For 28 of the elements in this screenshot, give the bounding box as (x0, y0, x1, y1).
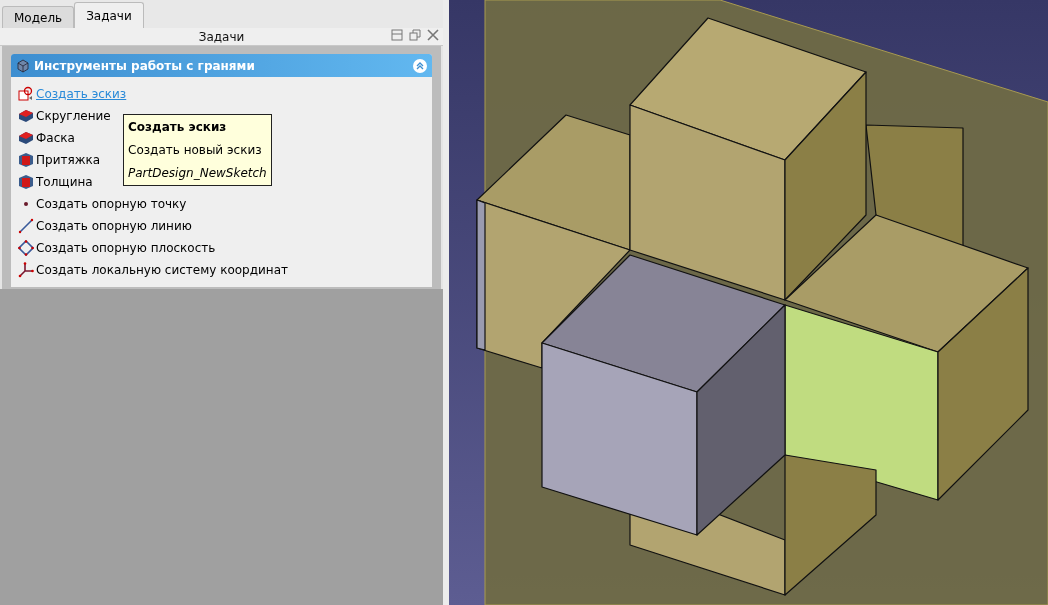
axes-icon (18, 262, 34, 278)
tab[interactable]: Модель (2, 6, 75, 28)
float-icon[interactable] (409, 29, 421, 41)
task-item[interactable]: Толщина (36, 173, 93, 191)
tooltip-command: PartDesign_NewSketch (128, 165, 267, 182)
task-item[interactable]: Создать локальную систему координат (36, 261, 289, 279)
plane-icon (18, 240, 34, 256)
task-item[interactable]: Фаска (36, 129, 75, 147)
tooltip-title: Создать эскиз (128, 119, 228, 136)
collapse-button[interactable] (413, 58, 427, 73)
task-item[interactable]: Притяжка (36, 151, 101, 169)
task-item[interactable]: Создать опорную линию (36, 217, 192, 235)
panel-title: Задачи (198, 28, 245, 46)
solid-icon (18, 130, 34, 146)
task-item[interactable]: Создать опорную плоскость (36, 239, 216, 257)
cube-icon (16, 58, 30, 73)
close-icon[interactable] (427, 29, 439, 41)
box-icon (18, 174, 34, 190)
task-item[interactable]: Создать опорную точку (36, 195, 187, 213)
dock-icon[interactable] (391, 29, 403, 41)
task-item[interactable]: Скругление (36, 107, 111, 125)
line-icon (18, 218, 34, 234)
sketch-icon (18, 86, 34, 102)
solid-icon (18, 108, 34, 124)
tab[interactable]: Задачи (74, 2, 144, 28)
tooltip-description: Создать новый эскиз (128, 142, 263, 159)
box-icon (18, 152, 34, 168)
panel-title: Инструменты работы с гранями (34, 57, 256, 75)
